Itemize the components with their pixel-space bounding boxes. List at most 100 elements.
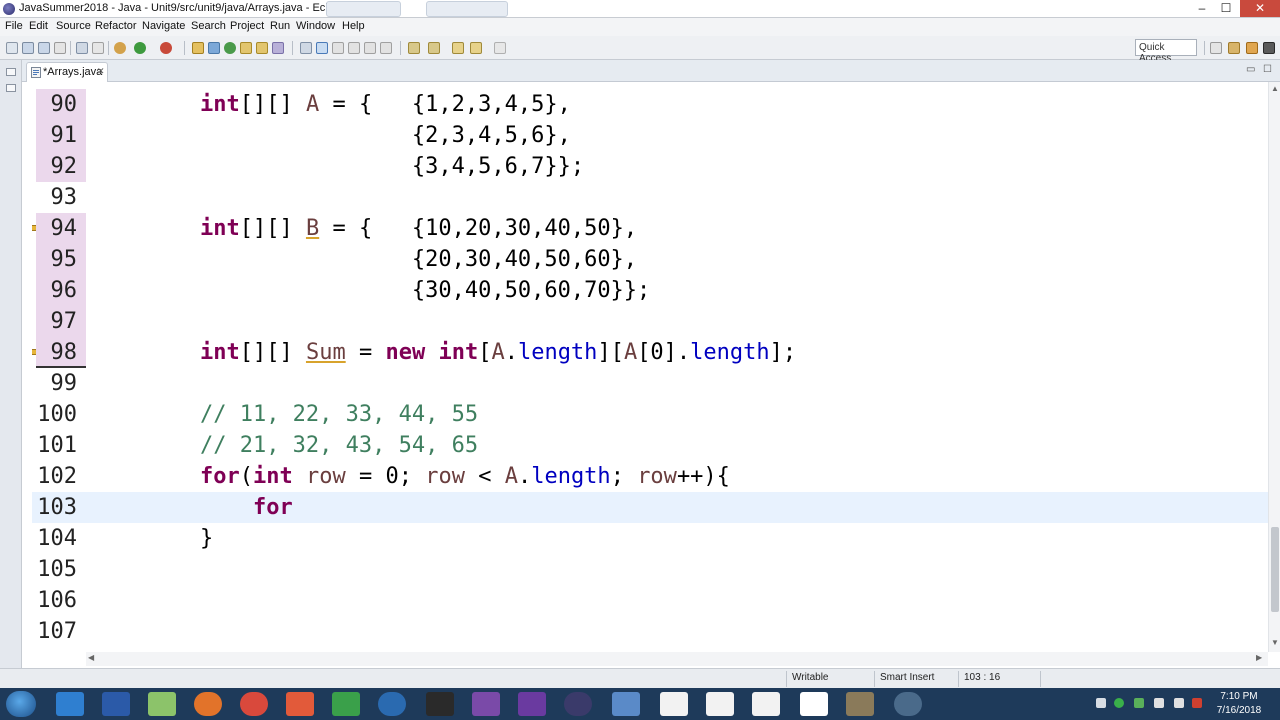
package-explorer-icon[interactable] xyxy=(6,84,16,92)
ide-app-icon[interactable] xyxy=(846,692,874,716)
visual-studio-icon[interactable] xyxy=(472,692,500,716)
code-line[interactable]: 99 xyxy=(32,368,1268,399)
app-c-icon[interactable] xyxy=(286,692,314,716)
annotation-icon[interactable] xyxy=(300,42,312,54)
save-all-icon[interactable] xyxy=(38,42,50,54)
geogebra-icon[interactable] xyxy=(332,692,360,716)
run-icon[interactable] xyxy=(134,42,146,54)
scrollbar-thumb[interactable] xyxy=(1271,527,1279,612)
horizontal-scrollbar[interactable]: ◀ ▶ xyxy=(86,652,1268,666)
chrome-icon[interactable] xyxy=(240,692,268,716)
code-line[interactable]: 105 xyxy=(32,554,1268,585)
maximize-button[interactable]: ☐ xyxy=(1212,0,1240,17)
skype-icon[interactable] xyxy=(378,692,406,716)
code-line[interactable]: 106 xyxy=(32,585,1268,616)
scroll-left-icon[interactable]: ◀ xyxy=(88,653,94,662)
show-whitespace-icon[interactable] xyxy=(364,42,376,54)
debug-icon[interactable] xyxy=(114,42,126,54)
quick-access-field[interactable]: Quick Access xyxy=(1135,39,1197,64)
code-line[interactable]: 91 {2,3,4,5,6}, xyxy=(32,120,1268,151)
next-annotation-icon[interactable] xyxy=(408,42,420,54)
search-icon[interactable] xyxy=(272,42,284,54)
terminal-icon[interactable] xyxy=(76,42,88,54)
vertical-scrollbar[interactable]: ▲ ▼ xyxy=(1268,82,1280,652)
code-line[interactable]: 104 } xyxy=(32,523,1268,554)
start-button[interactable] xyxy=(6,691,36,717)
recorder-icon[interactable] xyxy=(894,692,922,716)
g-app-icon[interactable] xyxy=(660,692,688,716)
insert-mode-status[interactable]: Smart Insert xyxy=(880,672,934,683)
battery-icon[interactable] xyxy=(1154,698,1164,708)
menu-refactor[interactable]: Refactor xyxy=(95,20,137,32)
code-line[interactable]: 92 {3,4,5,6,7}}; xyxy=(32,151,1268,182)
tray-clock[interactable]: 7:10 PM 7/16/2018 xyxy=(1214,690,1264,718)
code-line[interactable]: 98 int[][] Sum = new int[A.length][A[0].… xyxy=(32,337,1268,368)
new-java-project-icon[interactable] xyxy=(192,42,204,54)
maximize-view-icon[interactable]: ☐ xyxy=(1263,64,1272,75)
word-wrap-icon[interactable] xyxy=(332,42,344,54)
calculator-icon[interactable] xyxy=(148,692,176,716)
forward-icon[interactable] xyxy=(494,42,506,54)
code-line[interactable]: 102 for(int row = 0; row < A.length; row… xyxy=(32,461,1268,492)
menu-source[interactable]: Source xyxy=(56,20,91,32)
debug-perspective-icon[interactable] xyxy=(1263,42,1275,54)
save-icon[interactable] xyxy=(22,42,34,54)
code-editor[interactable]: 90 int[][] A = { {1,2,3,4,5}, 91 {2,3,4,… xyxy=(32,82,1268,652)
menu-run[interactable]: Run xyxy=(270,20,290,32)
java-perspective-icon[interactable] xyxy=(1246,42,1258,54)
bracket-app-icon[interactable] xyxy=(752,692,780,716)
show-hidden-icons-icon[interactable] xyxy=(1096,698,1106,708)
java-ee-perspective-icon[interactable] xyxy=(1228,42,1240,54)
visual-studio-2-icon[interactable] xyxy=(518,692,546,716)
cube-app-icon[interactable] xyxy=(612,692,640,716)
menu-edit[interactable]: Edit xyxy=(29,20,48,32)
close-icon[interactable]: ✕ xyxy=(97,66,105,77)
menu-project[interactable]: Project xyxy=(230,20,264,32)
new-package-icon[interactable] xyxy=(208,42,220,54)
code-line[interactable]: 101 // 21, 32, 43, 54, 65 xyxy=(32,430,1268,461)
open-type-icon[interactable] xyxy=(240,42,252,54)
scroll-right-icon[interactable]: ▶ xyxy=(1256,653,1262,662)
restore-icon[interactable] xyxy=(6,68,16,76)
webstorm-icon[interactable] xyxy=(706,692,734,716)
skip-breakpoints-icon[interactable] xyxy=(92,42,104,54)
open-perspective-icon[interactable] xyxy=(1210,42,1222,54)
editor-tab[interactable]: *Arrays.java ✕ xyxy=(26,62,108,82)
last-edit-icon[interactable] xyxy=(452,42,464,54)
menu-navigate[interactable]: Navigate xyxy=(142,20,185,32)
code-line[interactable]: 97 xyxy=(32,306,1268,337)
code-line[interactable]: 107 xyxy=(32,616,1268,647)
word-icon[interactable] xyxy=(102,692,130,716)
toggle-mark-occurrences-icon[interactable] xyxy=(316,42,328,54)
menu-help[interactable]: Help xyxy=(342,20,365,32)
firefox-icon[interactable] xyxy=(194,692,222,716)
back-icon[interactable] xyxy=(470,42,482,54)
close-button[interactable]: ✕ xyxy=(1240,0,1280,17)
tray-app-icon[interactable] xyxy=(1114,698,1124,708)
code-line[interactable]: 94 int[][] B = { {10,20,30,40,50}, xyxy=(32,213,1268,244)
volume-icon[interactable] xyxy=(1192,698,1202,708)
scroll-up-icon[interactable]: ▲ xyxy=(1270,84,1280,94)
code-line[interactable]: 95 {20,30,40,50,60}, xyxy=(32,244,1268,275)
menu-window[interactable]: Window xyxy=(296,20,335,32)
new-class-icon[interactable] xyxy=(224,42,236,54)
eclipse-task-icon[interactable] xyxy=(564,692,592,716)
code-line[interactable]: 93 xyxy=(32,182,1268,213)
unity-icon[interactable] xyxy=(800,692,828,716)
tray-app-icon[interactable] xyxy=(1134,698,1144,708)
menu-search[interactable]: Search xyxy=(191,20,226,32)
minimize-view-icon[interactable]: ▭ xyxy=(1246,64,1255,75)
code-line[interactable]: 100 // 11, 22, 33, 44, 55 xyxy=(32,399,1268,430)
open-folder-icon[interactable] xyxy=(256,42,268,54)
wifi-icon[interactable] xyxy=(1174,698,1184,708)
code-line[interactable]: 90 int[][] A = { {1,2,3,4,5}, xyxy=(32,89,1268,120)
external-tools-icon[interactable] xyxy=(160,42,172,54)
new-icon[interactable] xyxy=(6,42,18,54)
menu-file[interactable]: File xyxy=(5,20,23,32)
current-code-line[interactable]: 103 for xyxy=(32,492,1268,523)
scroll-down-icon[interactable]: ▼ xyxy=(1270,638,1280,648)
previous-annotation-icon[interactable] xyxy=(428,42,440,54)
block-selection-icon[interactable] xyxy=(348,42,360,54)
print-icon[interactable] xyxy=(54,42,66,54)
hp-icon[interactable] xyxy=(56,692,84,716)
